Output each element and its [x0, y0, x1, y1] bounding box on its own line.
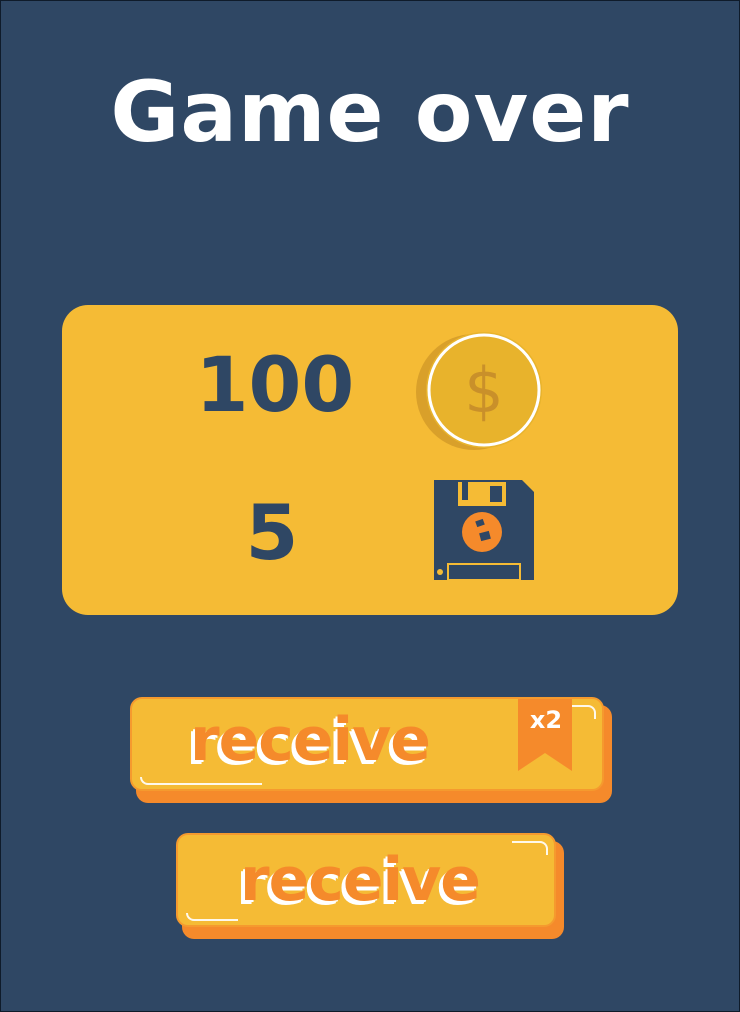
floppy-disk-icon [434, 480, 534, 581]
receive-x2-label: receive [190, 705, 431, 775]
receive-label: receive [240, 845, 481, 915]
coins-count: 100 [195, 340, 355, 429]
coin-icon: $ [416, 332, 542, 450]
game-over-title: Game over [110, 63, 630, 161]
receive-button[interactable]: receive [176, 833, 564, 939]
button-highlight [186, 913, 238, 921]
button-highlight [140, 777, 262, 785]
button-gloss [512, 841, 548, 855]
disks-count: 5 [245, 488, 299, 577]
svg-text:$: $ [464, 354, 503, 427]
receive-x2-button[interactable]: receive x2 [130, 697, 612, 803]
x2-badge: x2 [529, 706, 563, 734]
